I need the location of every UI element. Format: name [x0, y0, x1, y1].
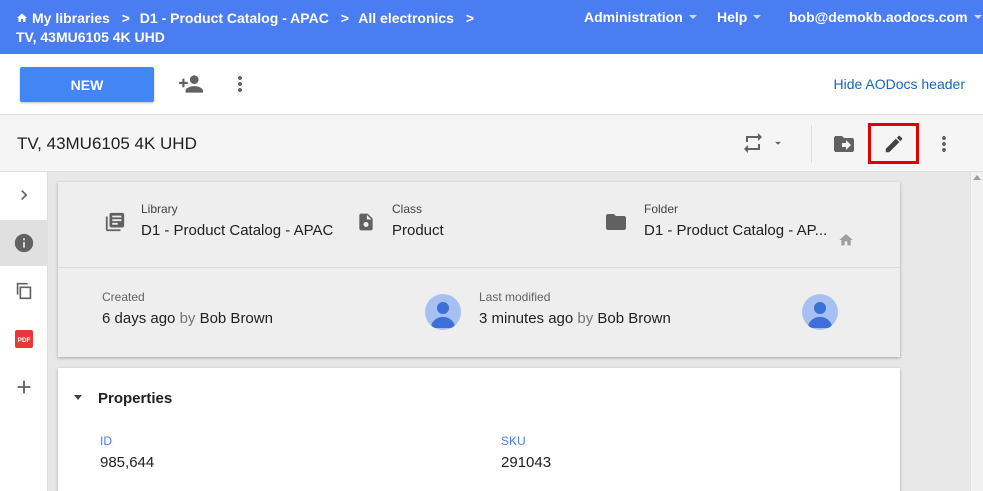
document-title: TV, 43MU6105 4K UHD — [17, 134, 197, 153]
created-user: Bob Brown — [199, 310, 273, 327]
class-info: Class Product — [392, 202, 444, 239]
modified-info: Last modified 3 minutes ago by Bob Brown — [479, 290, 671, 327]
new-button[interactable]: NEW — [20, 67, 154, 102]
breadcrumb-separator: > — [121, 10, 130, 26]
home-icon — [17, 13, 27, 22]
breadcrumb-view[interactable]: All electronics — [358, 10, 454, 26]
property-value: 985,644 — [100, 454, 155, 471]
pencil-icon — [885, 135, 903, 153]
document-title-bar: TV, 43MU6105 4K UHD — [0, 115, 983, 172]
scrollbar[interactable] — [970, 172, 983, 491]
modified-user: Bob Brown — [597, 310, 671, 327]
more-vert-icon — [238, 76, 242, 92]
property-id: ID 985,644 — [100, 434, 154, 471]
folder-icon — [606, 214, 626, 230]
folder-link[interactable]: D1 - Product Catalog - AP... — [644, 222, 827, 239]
workflow-button[interactable] — [738, 129, 788, 157]
chevron-down-icon — [973, 15, 982, 19]
property-label: ID — [100, 434, 112, 448]
library-label: Library — [141, 202, 178, 216]
folder-label: Folder — [644, 202, 679, 216]
created-value: 6 days ago by Bob Brown — [102, 310, 273, 327]
edit-button[interactable] — [880, 130, 908, 158]
created-info: Created 6 days ago by Bob Brown — [102, 290, 273, 327]
chevron-right-icon — [21, 190, 28, 200]
folder-move-icon — [834, 136, 854, 152]
scroll-up-icon[interactable] — [973, 175, 981, 180]
breadcrumb-current: TV, 43MU6105 4K UHD — [16, 29, 165, 45]
property-value: 291043 — [501, 454, 552, 471]
created-time: 6 days ago — [102, 310, 176, 327]
help-menu[interactable]: Help — [717, 9, 762, 25]
add-person-button[interactable] — [176, 70, 206, 98]
class-label: Class — [392, 202, 423, 216]
document-more-button[interactable] — [932, 130, 956, 158]
copy-icon — [16, 282, 32, 300]
created-by-word: by — [179, 310, 196, 327]
modified-by-word: by — [577, 310, 594, 327]
breadcrumb-separator: > — [465, 10, 475, 26]
move-to-folder-button[interactable] — [830, 130, 858, 158]
properties-card: Properties ID 985,644 SKU 291043 — [58, 368, 900, 491]
modified-value: 3 minutes ago by Bob Brown — [479, 310, 671, 327]
class-icon — [359, 213, 373, 231]
created-label: Created — [102, 290, 145, 304]
plus-icon — [17, 380, 31, 394]
avatar — [425, 294, 461, 330]
chevron-down-icon — [753, 15, 762, 19]
properties-toggle[interactable]: Properties — [74, 390, 172, 407]
modified-label: Last modified — [479, 290, 551, 304]
toolbar-divider — [811, 125, 812, 163]
rail-item-pdf[interactable]: PDF — [0, 316, 48, 362]
rail-item-info[interactable] — [0, 220, 48, 266]
info-icon — [14, 233, 34, 253]
pdf-icon-label: PDF — [18, 337, 31, 344]
help-label: Help — [717, 9, 748, 25]
caret-down-icon — [74, 395, 82, 400]
left-rail: PDF — [0, 172, 48, 491]
pdf-icon: PDF — [15, 330, 33, 348]
breadcrumb-library[interactable]: D1 - Product Catalog - APAC — [140, 10, 329, 26]
class-value: Product — [392, 222, 444, 239]
user-email: bob@demokb.aodocs.com — [789, 9, 968, 25]
library-link[interactable]: D1 - Product Catalog - APAC — [141, 222, 333, 239]
sync-icon — [744, 133, 762, 153]
hide-aodocs-header-link[interactable]: Hide AODocs header — [833, 76, 965, 92]
chevron-down-icon — [775, 141, 781, 145]
expand-panel-button[interactable] — [0, 172, 48, 218]
person-icon — [431, 302, 455, 328]
chevron-down-icon — [688, 15, 697, 19]
home-icon[interactable] — [838, 232, 854, 248]
library-icon — [105, 212, 125, 232]
folder-info: Folder D1 - Product Catalog - AP... — [644, 202, 827, 239]
rail-item-versions[interactable] — [0, 268, 48, 314]
avatar — [802, 294, 838, 330]
more-vert-icon — [942, 136, 946, 152]
breadcrumb: My libraries > D1 - Product Catalog - AP… — [16, 9, 576, 47]
library-info: Library D1 - Product Catalog - APAC — [141, 202, 333, 239]
breadcrumb-my-libraries[interactable]: My libraries — [16, 10, 114, 26]
property-sku: SKU 291043 — [501, 434, 551, 471]
document-info-card: Library D1 - Product Catalog - APAC Clas… — [58, 182, 900, 357]
administration-label: Administration — [584, 9, 683, 25]
breadcrumb-separator: > — [340, 10, 349, 26]
top-bar: My libraries > D1 - Product Catalog - AP… — [0, 0, 983, 54]
location-row: Library D1 - Product Catalog - APAC Clas… — [58, 182, 900, 268]
action-bar: NEW Hide AODocs header — [0, 54, 983, 115]
property-label: SKU — [501, 434, 526, 448]
document-content: Library D1 - Product Catalog - APAC Clas… — [48, 172, 970, 491]
person-icon — [808, 302, 832, 328]
more-options-button[interactable] — [228, 70, 252, 98]
properties-title: Properties — [98, 390, 173, 407]
rail-item-add[interactable] — [0, 364, 48, 410]
administration-menu[interactable]: Administration — [584, 9, 697, 25]
user-menu[interactable]: bob@demokb.aodocs.com — [789, 9, 982, 25]
person-add-icon — [179, 75, 203, 93]
modified-time: 3 minutes ago — [479, 310, 574, 327]
